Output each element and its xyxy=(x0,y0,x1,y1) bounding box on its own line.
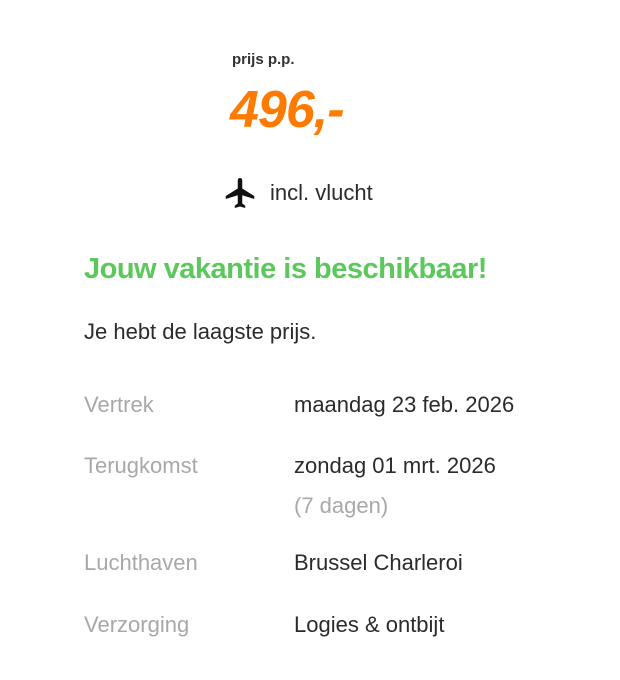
detail-duration: (7 dagen) xyxy=(294,493,389,518)
detail-label: Verzorging xyxy=(84,612,190,637)
detail-value: Logies & ontbijt xyxy=(294,612,445,637)
detail-label: Vertrek xyxy=(84,392,154,417)
detail-value: Brussel Charleroi xyxy=(294,550,463,575)
price-amount: 496,- xyxy=(230,81,345,139)
flight-included-text: incl. vlucht xyxy=(270,180,373,205)
flight-included-row: incl. vlucht xyxy=(222,175,373,211)
detail-value: maandag 23 feb. 2026 xyxy=(294,392,515,417)
price-label: prijs p.p. xyxy=(232,51,295,68)
detail-value: zondag 01 mrt. 2026 xyxy=(294,453,496,478)
availability-heading: Jouw vakantie is beschikbaar! xyxy=(84,253,487,285)
detail-label: Terugkomst xyxy=(84,453,198,478)
detail-label: Luchthaven xyxy=(84,550,198,575)
airplane-icon xyxy=(222,175,258,211)
lowest-price-text: Je hebt de laagste prijs. xyxy=(84,319,317,344)
